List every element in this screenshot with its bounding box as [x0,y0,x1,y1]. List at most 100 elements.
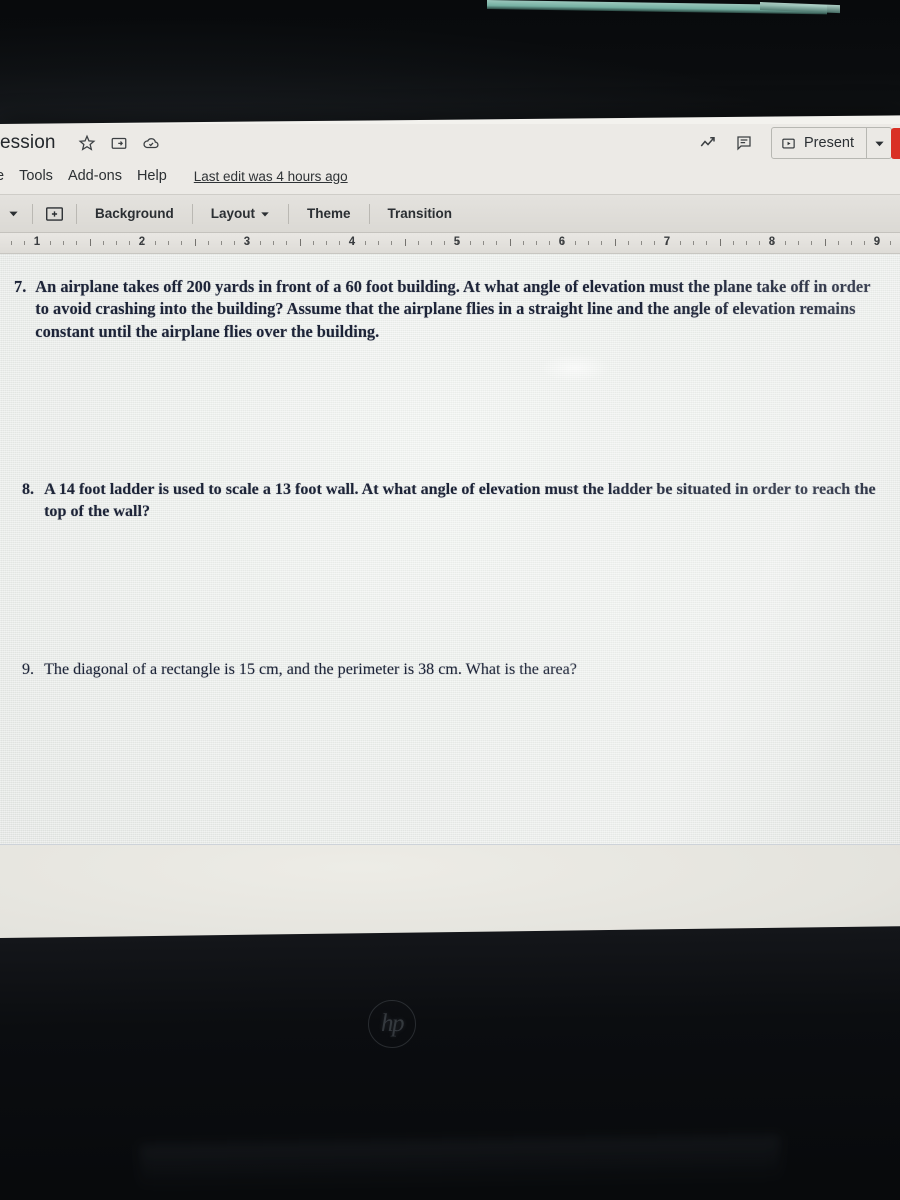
keyboard-shadow [140,1135,780,1191]
menu-item-addons[interactable]: Add-ons [68,168,122,184]
ruler-tick [208,241,209,245]
question-number: 8. [22,481,35,498]
new-slide-icon [46,206,63,221]
ruler-tick [378,241,379,245]
ruler-number: 6 [558,236,566,248]
ruler-number: 2 [138,236,146,248]
toolbar-divider [191,203,193,224]
ruler-tick [90,239,91,246]
layout-label: Layout [210,206,256,221]
ruler-tick [798,241,799,245]
ruler-tick [313,241,314,245]
ruler-tick [155,241,156,245]
ruler-tick [286,241,287,245]
present-play-icon [782,138,795,148]
toolbar-divider [32,203,33,224]
present-dropdown-button[interactable] [867,128,891,158]
ruler-tick [746,241,747,245]
ruler-tick [680,241,681,245]
ruler-tick [63,241,64,245]
document-title[interactable]: ession [0,132,56,154]
ruler-tick [523,241,524,245]
ruler-tick [575,241,576,245]
ruler-tick [168,241,169,245]
comment-icon[interactable] [735,134,753,152]
question-text: The diagonal of a rectangle is 15 cm, an… [44,661,577,678]
theme-button[interactable]: Theme [296,206,362,221]
background-button[interactable]: Background [84,206,185,221]
ruler-tick [365,241,366,245]
chevron-down-icon [874,141,884,146]
slide-question-8[interactable]: 8. A 14 foot ladder is used to scale a 1… [22,479,878,523]
ruler-tick [181,241,182,245]
move-to-folder-icon[interactable] [110,134,128,152]
ruler-number: 1 [33,236,41,248]
ruler-number: 8 [768,236,776,248]
laptop-photo-scene: ession Present e Tools Add-ons Help Last… [0,0,900,1200]
star-icon[interactable] [78,134,96,152]
ruler-tick [339,241,340,245]
ruler-tick [221,241,222,245]
chevron-down-icon [9,211,18,217]
ruler-number: 3 [243,236,251,248]
ruler-tick [326,241,327,245]
ruler-tick [693,241,694,245]
cloud-saved-icon[interactable] [142,134,160,152]
trending-up-icon[interactable] [699,134,717,152]
ruler-tick [470,241,471,245]
ruler-tick [260,241,261,245]
ruler-tick [431,241,432,245]
last-edit-link[interactable]: Last edit was 4 hours ago [194,169,348,184]
question-number: 9. [22,661,35,678]
layout-button[interactable]: Layout [200,206,281,221]
menu-item-0[interactable]: e [0,168,4,184]
menu-item-tools[interactable]: Tools [19,168,53,184]
document-titlebar: ession Present [0,124,900,162]
ruler-tick [444,241,445,245]
present-button[interactable]: Present [771,127,892,159]
toolbar-divider [76,203,77,224]
ruler-number: 9 [873,236,881,248]
ruler-tick [825,239,826,246]
ruler-tick [24,241,25,245]
ruler-tick [11,241,12,245]
ruler-tick [890,241,891,245]
ruler-tick [405,239,406,246]
hp-logo: hp [368,1000,416,1048]
ruler-tick [785,241,786,245]
ruler-tick [510,239,511,246]
transition-button[interactable]: Transition [377,206,464,221]
chevron-down-icon [261,211,269,216]
slide-question-7[interactable]: 7. An airplane takes off 200 yards in fr… [14,276,876,343]
ruler-tick [76,241,77,245]
present-label: Present [804,135,854,151]
ruler-tick [641,241,642,245]
menu-item-help[interactable]: Help [137,168,167,184]
ruler-tick [615,239,616,246]
ruler-tick [549,241,550,245]
toolbar-divider [288,203,290,224]
ruler-tick [273,241,274,245]
ruler-tick [483,241,484,245]
new-slide-button[interactable] [40,206,69,222]
theme-label: Theme [307,206,351,221]
question-text: An airplane takes off 200 yards in front… [35,277,871,341]
ruler-number: 7 [663,236,671,248]
share-button[interactable] [891,128,900,159]
ruler-number: 5 [453,236,461,248]
ruler-tick [195,239,196,246]
slide-canvas[interactable]: 7. An airplane takes off 200 yards in fr… [0,254,900,844]
toolbar-overflow-caret[interactable] [2,208,25,219]
horizontal-ruler[interactable]: 1 2 3 4 5 6 7 8 9 [0,233,900,254]
ruler-tick [300,239,301,246]
ruler-tick [864,241,865,245]
ruler-tick [116,241,117,245]
laptop-top-bezel [0,0,900,124]
ruler-tick [628,241,629,245]
laptop-screen: ession Present e Tools Add-ons Help Last… [0,115,900,946]
ruler-tick [129,241,130,245]
ruler-tick [759,241,760,245]
slide-question-9[interactable]: 9. The diagonal of a rectangle is 15 cm,… [22,659,872,681]
ruler-tick [50,241,51,245]
ruler-tick [733,241,734,245]
